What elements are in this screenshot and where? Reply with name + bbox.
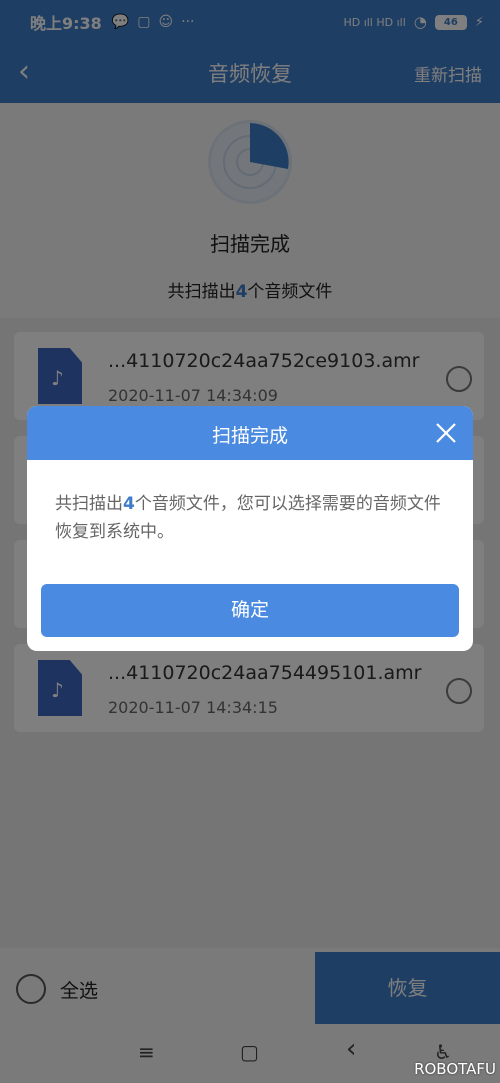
- dialog-header: 扫描完成: [27, 406, 473, 460]
- dialog-message: 共扫描出4个音频文件，您可以选择需要的音频文件恢复到系统中。: [55, 490, 447, 546]
- dialog-message-count: 4: [123, 494, 135, 514]
- close-icon[interactable]: [429, 416, 463, 450]
- dialog-message-prefix: 共扫描出: [55, 494, 123, 514]
- ok-button[interactable]: 确定: [41, 584, 459, 637]
- dialog-title: 扫描完成: [211, 425, 288, 447]
- scan-complete-dialog: 扫描完成 共扫描出4个音频文件，您可以选择需要的音频文件恢复到系统中。 确定: [27, 406, 473, 651]
- watermark: ROBOTAFU: [414, 1060, 496, 1078]
